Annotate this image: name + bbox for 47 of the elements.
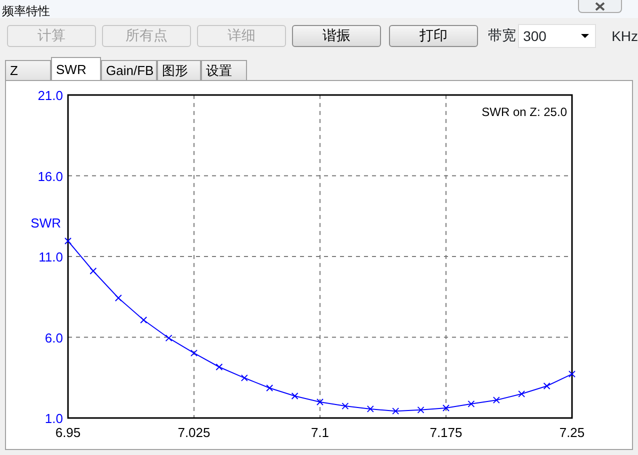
data-point-marker: [468, 400, 475, 408]
data-point-marker: [392, 408, 400, 415]
data-point-marker: [90, 268, 97, 275]
x-tick-label: 7.1: [310, 425, 330, 440]
data-point-marker: [543, 382, 550, 390]
tab[interactable]: 设置: [201, 60, 247, 80]
data-point-marker: [216, 363, 223, 370]
caret-icon: [580, 34, 589, 38]
data-point-marker: [518, 390, 526, 398]
unit-label: KHz: [612, 26, 638, 46]
data-point-marker: [366, 405, 374, 412]
y-tick-label: 11.0: [38, 250, 63, 264]
y-axis-label: SWR: [30, 215, 61, 230]
toolbar-button[interactable]: 打印: [389, 25, 478, 47]
toolbar-button[interactable]: 谐振: [292, 25, 382, 47]
x-tick-label: 7.25: [559, 425, 585, 440]
data-point-marker: [64, 238, 72, 244]
chart-annotation: SWR on Z: 25.0: [482, 105, 567, 119]
data-point-marker: [190, 350, 198, 357]
tab[interactable]: Z: [5, 60, 51, 80]
tab[interactable]: SWR: [51, 57, 101, 80]
tab[interactable]: Gain/FB: [101, 60, 157, 80]
data-point-marker: [266, 384, 274, 392]
data-point-marker: [140, 316, 148, 324]
y-tick-label: 21.0: [38, 88, 63, 103]
data-point-marker: [114, 294, 122, 302]
bandwidth-label: 带宽: [488, 26, 516, 46]
data-point-marker: [165, 334, 172, 342]
data-point-marker: [316, 398, 324, 406]
data-point-marker: [492, 396, 500, 404]
data-point-marker: [342, 402, 349, 410]
x-tick-label: 7.175: [430, 425, 462, 440]
x-tick-label: 6.95: [55, 425, 81, 440]
bandwidth-dropdown[interactable]: 300: [518, 24, 596, 48]
y-tick-label: 16.0: [38, 168, 63, 184]
data-point-marker: [291, 392, 298, 400]
tab[interactable]: 图形: [157, 60, 201, 80]
close-icon: [595, 2, 605, 10]
data-point-marker: [568, 370, 576, 378]
data-point-marker: [417, 406, 424, 414]
window-title: 频率特性: [1, 3, 50, 20]
data-point-marker: [442, 404, 450, 412]
y-tick-label: 6.0: [44, 330, 63, 346]
close-button[interactable]: [578, 0, 622, 13]
data-point-marker: [240, 374, 248, 382]
y-tick-label: 1.0: [44, 411, 63, 426]
x-tick-label: 7.025: [178, 425, 210, 440]
